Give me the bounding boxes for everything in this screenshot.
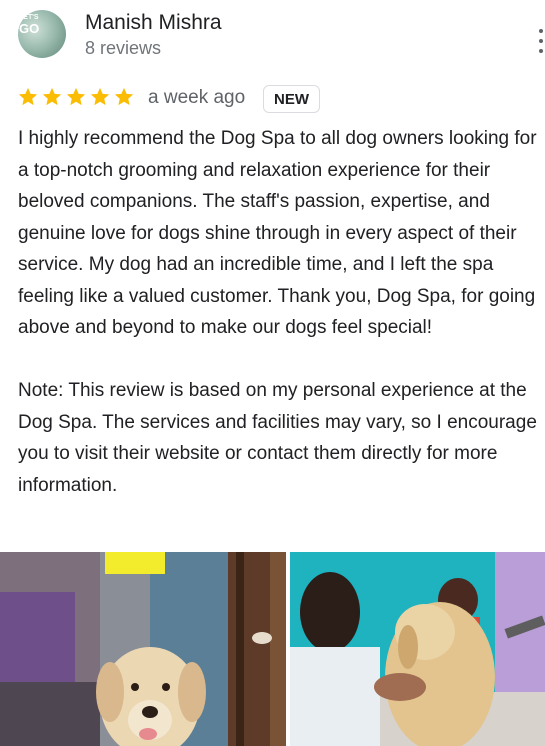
more-vert-icon[interactable] <box>536 29 545 53</box>
avatar-logo-text: LET'S GO <box>19 14 40 36</box>
star-icon <box>42 87 62 106</box>
reviewer-name[interactable]: Manish Mishra <box>85 11 222 35</box>
star-icon <box>114 87 134 106</box>
star-rating <box>17 86 135 108</box>
review-photo[interactable] <box>0 552 286 746</box>
star-icon <box>90 87 110 106</box>
review-paragraph: I highly recommend the Dog Spa to all do… <box>18 128 537 338</box>
review-time: a week ago <box>148 87 246 108</box>
review-paragraph: Note: This review is based on my persona… <box>18 380 537 496</box>
star-icon <box>66 87 86 106</box>
new-badge: NEW <box>263 85 320 113</box>
review-photo[interactable] <box>290 552 545 746</box>
reviewer-review-count: 8 reviews <box>85 38 162 58</box>
review-body: I highly recommend the Dog Spa to all do… <box>18 123 543 501</box>
star-icon <box>18 87 38 106</box>
